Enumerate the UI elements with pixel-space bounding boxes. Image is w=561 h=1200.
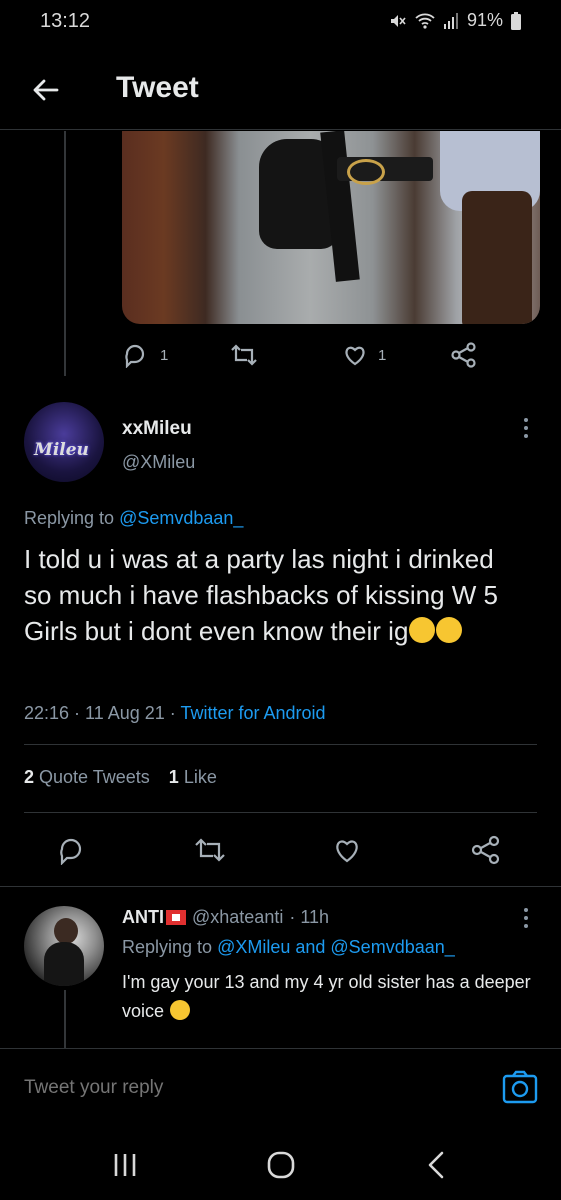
- back-arrow-icon[interactable]: [30, 75, 60, 105]
- like-icon[interactable]: [342, 342, 368, 368]
- reply-text: I'm gay your 13 and my 4 yr old sister h…: [122, 968, 532, 1026]
- status-icons: 91%: [389, 10, 521, 31]
- main-tweet-actions: [24, 835, 537, 867]
- tweet-photo[interactable]: [122, 131, 540, 324]
- like-icon[interactable]: [332, 835, 362, 865]
- tweet-meta: 22:16 · 11 Aug 21 · Twitter for Android: [24, 703, 326, 724]
- laughing-emoji-icon: [409, 617, 436, 643]
- photo-detail: [347, 159, 385, 185]
- thread-line: [64, 131, 66, 376]
- replying-label: Replying to: [24, 508, 115, 528]
- stats-divider-bottom: [24, 812, 537, 813]
- status-bar: 13:12 91%: [0, 0, 561, 44]
- avatar[interactable]: Mileu: [24, 402, 104, 482]
- camera-icon[interactable]: [502, 1070, 538, 1104]
- reply-count: 1: [160, 347, 169, 364]
- app-bar: Tweet: [0, 55, 561, 125]
- quote-label: Quote Tweets: [39, 767, 150, 787]
- page-title: Tweet: [116, 71, 199, 104]
- battery-icon: [511, 11, 521, 30]
- reply-replying-to-line: Replying to @XMileu and @Semvdbaan_: [122, 937, 455, 958]
- client-link[interactable]: Twitter for Android: [180, 703, 325, 723]
- reply-icon[interactable]: [122, 342, 148, 368]
- quote-tweets-link[interactable]: 2 Quote Tweets: [24, 767, 150, 787]
- tweet-stats: 2 Quote Tweets 1 Like: [24, 767, 217, 788]
- reply-input[interactable]: [22, 1072, 466, 1104]
- reply-icon[interactable]: [56, 835, 86, 865]
- like-count: 1: [168, 767, 179, 787]
- photo-detail: [462, 191, 532, 324]
- reply-handle[interactable]: @xhateanti: [192, 907, 283, 928]
- avatar-logo-text: Mileu: [34, 440, 89, 460]
- avatar-figure: [44, 942, 84, 986]
- mute-icon: [390, 14, 406, 27]
- previous-tweet-actions: 1 1: [122, 340, 542, 370]
- compose-bar: [0, 1048, 561, 1128]
- more-icon[interactable]: [524, 418, 528, 442]
- like-count: 1: [378, 347, 387, 364]
- battery-percent: 91%: [466, 10, 503, 30]
- reply-display-name[interactable]: ANTI: [122, 907, 164, 928]
- system-nav-bar: [0, 1128, 561, 1200]
- share-icon[interactable]: [470, 835, 502, 865]
- back-nav-icon[interactable]: [424, 1150, 448, 1180]
- header-divider: [0, 129, 561, 130]
- tears-of-joy-emoji-icon: [170, 1000, 191, 1020]
- more-icon[interactable]: [524, 908, 528, 932]
- reply-avatar[interactable]: [24, 906, 104, 986]
- likes-link[interactable]: 1 Like: [169, 767, 217, 787]
- flag-icon: [166, 910, 186, 925]
- replying-to-link[interactable]: @Semvdbaan_: [119, 508, 243, 528]
- reply-thread-line: [64, 990, 66, 1048]
- display-name[interactable]: xxMileu: [122, 418, 192, 440]
- quote-count: 2: [24, 767, 35, 787]
- wifi-icon: [415, 13, 435, 29]
- reply-replying-to-links[interactable]: @XMileu and @Semvdbaan_: [217, 937, 455, 957]
- stats-divider-top: [24, 744, 537, 745]
- retweet-icon[interactable]: [194, 835, 226, 865]
- laughing-emoji-icon: [436, 617, 463, 643]
- compose-divider: [0, 1048, 561, 1049]
- tweet-text: I told u i was at a party las night i dr…: [24, 541, 524, 649]
- share-icon[interactable]: [450, 342, 478, 368]
- reply-time: · 11h: [289, 907, 330, 927]
- home-icon[interactable]: [266, 1150, 296, 1180]
- status-time: 13:12: [40, 10, 91, 32]
- signal-icon: [443, 12, 458, 29]
- like-label: Like: [183, 767, 217, 787]
- replying-to-line: Replying to @Semvdbaan_: [24, 508, 243, 529]
- reply-header: ANTI @xhateanti · 11h: [122, 907, 329, 928]
- tweet-divider: [0, 886, 561, 887]
- recents-icon[interactable]: [112, 1152, 138, 1178]
- avatar-figure: [54, 918, 78, 944]
- handle[interactable]: @XMileu: [122, 452, 195, 473]
- reply-replying-label: Replying to: [122, 937, 213, 957]
- retweet-icon[interactable]: [230, 342, 258, 368]
- timestamp: 22:16 · 11 Aug 21 ·: [24, 703, 176, 723]
